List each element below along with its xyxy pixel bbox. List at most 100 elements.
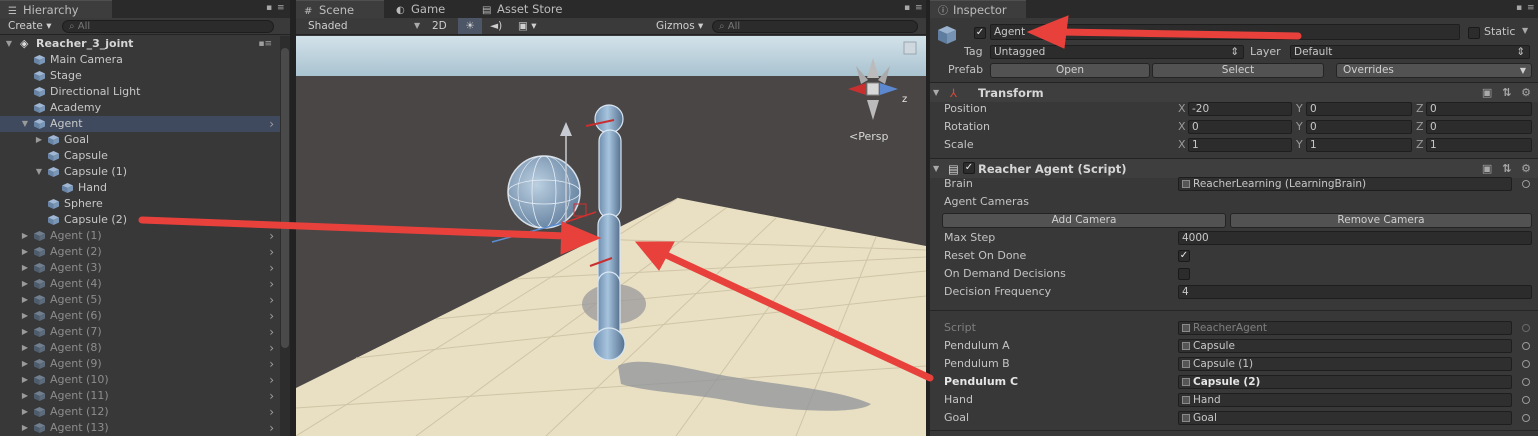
brain-field[interactable]: ReacherLearning (LearningBrain) bbox=[1178, 177, 1512, 191]
hierarchy-item[interactable]: ▶ Agent (2) › bbox=[0, 244, 280, 260]
hierarchy-item[interactable]: Directional Light bbox=[0, 84, 280, 100]
prefab-open-chevron-icon[interactable]: › bbox=[269, 372, 274, 388]
tab-scene[interactable]: # Scene bbox=[296, 0, 384, 18]
hierarchy-item[interactable]: ▶ Agent (4) › bbox=[0, 276, 280, 292]
hand-field[interactable]: Hand bbox=[1178, 393, 1512, 407]
prefab-open-chevron-icon[interactable]: › bbox=[269, 244, 274, 260]
collapse-arrow-icon[interactable]: ▶ bbox=[20, 260, 30, 276]
decision-frequency-field[interactable]: 4 bbox=[1178, 285, 1532, 299]
expand-arrow-icon[interactable]: ▼ bbox=[20, 116, 30, 132]
prefab-open-chevron-icon[interactable]: › bbox=[269, 388, 274, 404]
hierarchy-item[interactable]: Sphere bbox=[0, 196, 280, 212]
panel-menu-icon[interactable]: ▪ ≡ bbox=[266, 3, 286, 13]
panel-menu-icon[interactable]: ▪ ≡ bbox=[904, 3, 924, 13]
lighting-toggle-icon[interactable]: ☀ bbox=[458, 18, 482, 34]
hierarchy-item[interactable]: ▶ Agent (10) › bbox=[0, 372, 280, 388]
goal-field[interactable]: Goal bbox=[1178, 411, 1512, 425]
hierarchy-item[interactable]: Hand bbox=[0, 180, 280, 196]
collapse-arrow-icon[interactable]: ▶ bbox=[20, 276, 30, 292]
panel-menu-icon[interactable]: ▪ ≡ bbox=[1516, 3, 1536, 13]
hierarchy-item[interactable]: ▶ Agent (13) › bbox=[0, 420, 280, 436]
scene-search-input[interactable]: ⌕ All bbox=[712, 20, 918, 33]
x-field[interactable]: -20 bbox=[1188, 102, 1292, 116]
effects-dropdown-icon[interactable]: ▣ ▾ bbox=[518, 18, 537, 34]
object-picker-icon[interactable] bbox=[1522, 342, 1530, 350]
hierarchy-item[interactable]: Academy bbox=[0, 100, 280, 116]
z-field[interactable]: 1 bbox=[1426, 138, 1532, 152]
object-picker-icon[interactable] bbox=[1522, 378, 1530, 386]
shading-mode-dropdown[interactable]: Shaded bbox=[308, 18, 348, 34]
hierarchy-item[interactable]: Main Camera bbox=[0, 52, 280, 68]
collapse-arrow-icon[interactable]: ▶ bbox=[20, 356, 30, 372]
collapse-arrow-icon[interactable]: ▶ bbox=[20, 372, 30, 388]
hierarchy-item[interactable]: Capsule bbox=[0, 148, 280, 164]
collapse-arrow-icon[interactable]: ▶ bbox=[20, 340, 30, 356]
expand-arrow-icon[interactable]: ▼ bbox=[34, 164, 44, 180]
collapse-arrow-icon[interactable]: ▶ bbox=[20, 228, 30, 244]
tab-game[interactable]: ◐ Game bbox=[388, 0, 455, 18]
tab-asset-store[interactable]: ▤ Asset Store bbox=[474, 0, 573, 18]
hierarchy-item[interactable]: ▶ Agent (5) › bbox=[0, 292, 280, 308]
transform-header[interactable]: ▼ ⅄ Transform ▣ ⇅ ⚙ bbox=[930, 82, 1538, 102]
scene-menu-icon[interactable]: ▪≡ bbox=[258, 36, 272, 52]
hierarchy-item[interactable]: ▶ Goal bbox=[0, 132, 280, 148]
prefab-open-button[interactable]: Open bbox=[990, 63, 1150, 78]
remove-camera-button[interactable]: Remove Camera bbox=[1230, 213, 1532, 228]
create-button[interactable]: Create ▾ bbox=[8, 18, 52, 34]
prefab-open-chevron-icon[interactable]: › bbox=[269, 292, 274, 308]
collapse-arrow-icon[interactable]: ▶ bbox=[20, 324, 30, 340]
audio-toggle-icon[interactable]: ◄) bbox=[490, 18, 502, 34]
prefab-open-chevron-icon[interactable]: › bbox=[269, 404, 274, 420]
reset-on-done-checkbox[interactable]: ✓ bbox=[1178, 250, 1190, 262]
x-field[interactable]: 1 bbox=[1188, 138, 1292, 152]
prefab-select-button[interactable]: Select bbox=[1152, 63, 1324, 78]
collapse-arrow-icon[interactable]: ▶ bbox=[20, 388, 30, 404]
z-field[interactable]: 0 bbox=[1426, 102, 1532, 116]
prefab-open-chevron-icon[interactable]: › bbox=[269, 116, 274, 132]
y-field[interactable]: 0 bbox=[1306, 102, 1412, 116]
hierarchy-scrollbar[interactable] bbox=[280, 36, 290, 436]
prefab-overrides-dropdown[interactable]: Overrides ▼ bbox=[1336, 63, 1532, 78]
hierarchy-item[interactable]: ▶ Agent (6) › bbox=[0, 308, 280, 324]
hierarchy-item[interactable]: ▶ Agent (8) › bbox=[0, 340, 280, 356]
mode-2d-toggle[interactable]: 2D bbox=[432, 18, 447, 34]
y-field[interactable]: 1 bbox=[1306, 138, 1412, 152]
gizmos-dropdown[interactable]: Gizmos ▾ bbox=[656, 18, 703, 34]
pendulum-a-field[interactable]: Capsule bbox=[1178, 339, 1512, 353]
collapse-arrow-icon[interactable]: ▶ bbox=[20, 244, 30, 260]
collapse-arrow-icon[interactable]: ▶ bbox=[20, 292, 30, 308]
collapse-arrow-icon[interactable]: ▶ bbox=[20, 420, 30, 436]
hierarchy-item[interactable]: ▶ Agent (11) › bbox=[0, 388, 280, 404]
prefab-open-chevron-icon[interactable]: › bbox=[269, 340, 274, 356]
hierarchy-search-input[interactable]: ⌕ All bbox=[62, 20, 274, 33]
y-field[interactable]: 0 bbox=[1306, 120, 1412, 134]
hierarchy-item[interactable]: ▶ Agent (3) › bbox=[0, 260, 280, 276]
script-enabled-checkbox[interactable]: ✓ bbox=[963, 162, 975, 174]
tab-inspector[interactable]: ⓘ Inspector bbox=[930, 0, 1026, 18]
collapse-arrow-icon[interactable]: ▶ bbox=[34, 132, 44, 148]
pendulum-b-field[interactable]: Capsule (1) bbox=[1178, 357, 1512, 371]
prefab-open-chevron-icon[interactable]: › bbox=[269, 356, 274, 372]
collapse-arrow-icon[interactable]: ▶ bbox=[20, 404, 30, 420]
prefab-open-chevron-icon[interactable]: › bbox=[269, 420, 274, 436]
prefab-open-chevron-icon[interactable]: › bbox=[269, 324, 274, 340]
object-picker-icon[interactable] bbox=[1522, 180, 1530, 188]
prefab-open-chevron-icon[interactable]: › bbox=[269, 228, 274, 244]
object-picker-icon[interactable] bbox=[1522, 396, 1530, 404]
max-step-field[interactable]: 4000 bbox=[1178, 231, 1532, 245]
chevron-down-icon[interactable]: ▼ bbox=[1522, 26, 1528, 35]
static-checkbox[interactable] bbox=[1468, 27, 1480, 39]
scene-root-row[interactable]: ▼ ◈ Reacher_3_joint ▪≡ bbox=[0, 36, 280, 52]
hierarchy-item[interactable]: ▶ Agent (9) › bbox=[0, 356, 280, 372]
pendulum-c-field[interactable]: Capsule (2) bbox=[1178, 375, 1512, 389]
add-camera-button[interactable]: Add Camera bbox=[942, 213, 1226, 228]
object-picker-icon[interactable] bbox=[1522, 360, 1530, 368]
scrollbar-thumb[interactable] bbox=[281, 48, 289, 348]
hierarchy-item[interactable]: Capsule (2) bbox=[0, 212, 280, 228]
hierarchy-item[interactable]: ▶ Agent (7) › bbox=[0, 324, 280, 340]
object-picker-icon[interactable] bbox=[1522, 414, 1530, 422]
prefab-open-chevron-icon[interactable]: › bbox=[269, 308, 274, 324]
active-checkbox[interactable]: ✓ bbox=[974, 27, 986, 39]
scene-viewport[interactable]: z <Persp bbox=[296, 36, 926, 436]
hierarchy-item[interactable]: ▶ Agent (12) › bbox=[0, 404, 280, 420]
